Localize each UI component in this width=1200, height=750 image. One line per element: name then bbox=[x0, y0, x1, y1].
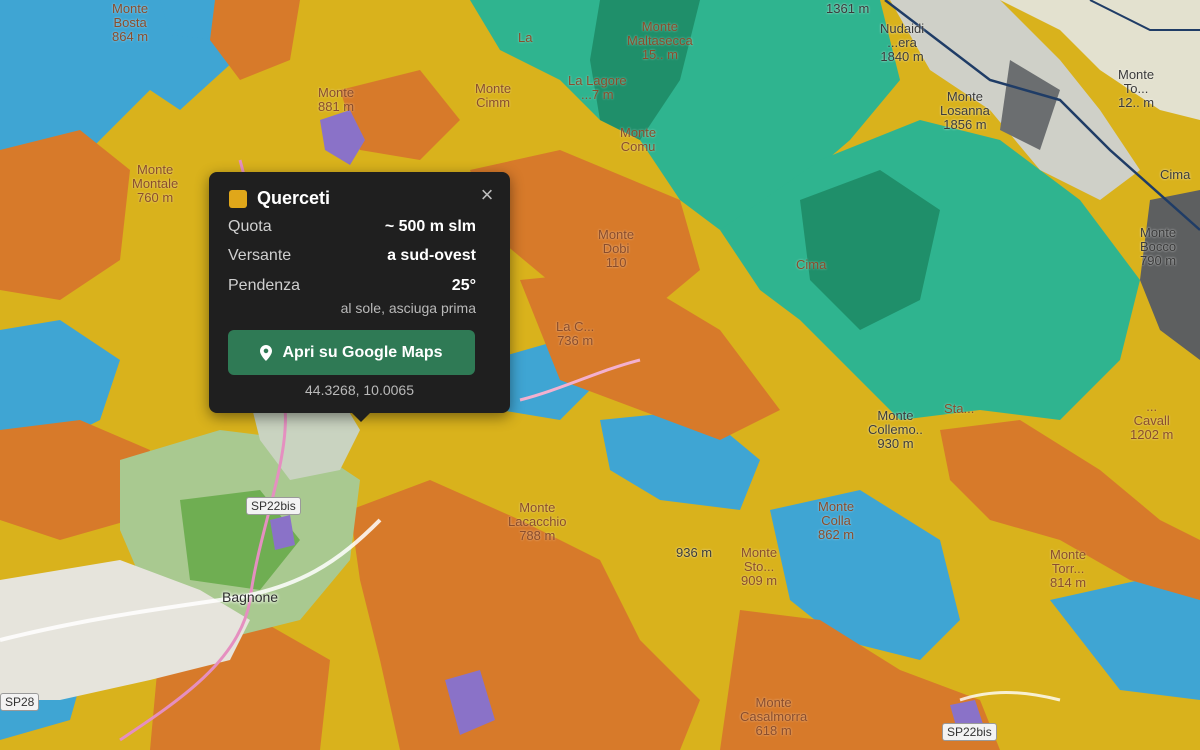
map-label: Monte Bocco 790 m bbox=[1140, 225, 1177, 268]
map-pin-icon bbox=[260, 344, 273, 361]
info-value: 25° bbox=[451, 277, 476, 294]
popup-header: Querceti bbox=[229, 188, 330, 209]
info-label: Quota bbox=[228, 218, 272, 235]
popup-pointer bbox=[351, 412, 371, 422]
map-label: Monte Losanna 1856 m bbox=[940, 89, 990, 132]
map-label: Monte Casalmorra 618 m bbox=[740, 695, 808, 738]
map-label: Monte Colla 862 m bbox=[818, 499, 855, 542]
map-label: Monte Lacacchio 788 m bbox=[508, 500, 567, 543]
map-label: Monte Bosta 864 m bbox=[112, 1, 149, 44]
info-label: Pendenza bbox=[228, 277, 301, 294]
info-popup: Querceti × Quota ~ 500 m slm Versante a … bbox=[209, 172, 510, 422]
map-label: ... Cavall 1202 m bbox=[1130, 399, 1174, 442]
road-shield: SP28 bbox=[0, 693, 40, 711]
close-icon[interactable]: × bbox=[476, 184, 498, 206]
map-label: Monte Sto... 909 m bbox=[741, 545, 778, 588]
info-label: Versante bbox=[228, 247, 292, 264]
info-row-quota: Quota ~ 500 m slm bbox=[228, 218, 476, 240]
map-label: Monte Dobi 110 bbox=[598, 227, 635, 270]
place-label-bagnone: Bagnone bbox=[222, 589, 279, 605]
map-label: La C... 736 m bbox=[556, 319, 595, 348]
habitat-map[interactable] bbox=[0, 0, 1200, 750]
map-label: Monte Comu bbox=[620, 125, 657, 154]
map-label: Cima bbox=[1160, 167, 1191, 182]
map-label: La Lagore ...7 m bbox=[568, 73, 627, 102]
map-label: Nudaidi ...era 1840 m bbox=[880, 21, 925, 64]
popup-title: Querceti bbox=[257, 188, 331, 208]
map-label: Monte Cimm bbox=[475, 81, 512, 110]
map-label: 1361 m bbox=[826, 1, 870, 16]
info-value: ~ 500 m slm bbox=[384, 218, 476, 235]
coordinates-text: 44.3268, 10.0065 bbox=[305, 382, 414, 398]
open-google-maps-label: Apri su Google Maps bbox=[282, 343, 443, 361]
habitat-color-swatch bbox=[229, 189, 247, 208]
map-label: Monte 881 m bbox=[318, 85, 355, 114]
road-shield: SP22bis bbox=[942, 723, 997, 741]
info-value: a sud-ovest bbox=[387, 247, 476, 264]
open-google-maps-button[interactable]: Apri su Google Maps bbox=[228, 330, 475, 375]
map-label: 936 m bbox=[676, 545, 713, 560]
slope-note: al sole, asciuga prima bbox=[340, 300, 476, 316]
info-row-versante: Versante a sud-ovest bbox=[228, 247, 476, 269]
map-label: Monte Montale 760 m bbox=[132, 162, 179, 205]
map-label: Monte Maltasecca 15.. m bbox=[627, 19, 693, 62]
map-label: Monte To... 12.. m bbox=[1118, 67, 1155, 110]
map-label: Cima bbox=[796, 257, 827, 272]
info-row-pendenza: Pendenza 25° bbox=[228, 277, 476, 299]
road-shield: SP22bis bbox=[246, 497, 301, 515]
map-label: Sta... bbox=[944, 401, 975, 416]
map-label: Monte Collemo.. 930 m bbox=[868, 408, 923, 451]
map-label: Monte Torr... 814 m bbox=[1050, 547, 1087, 590]
map-label: La bbox=[518, 30, 533, 45]
